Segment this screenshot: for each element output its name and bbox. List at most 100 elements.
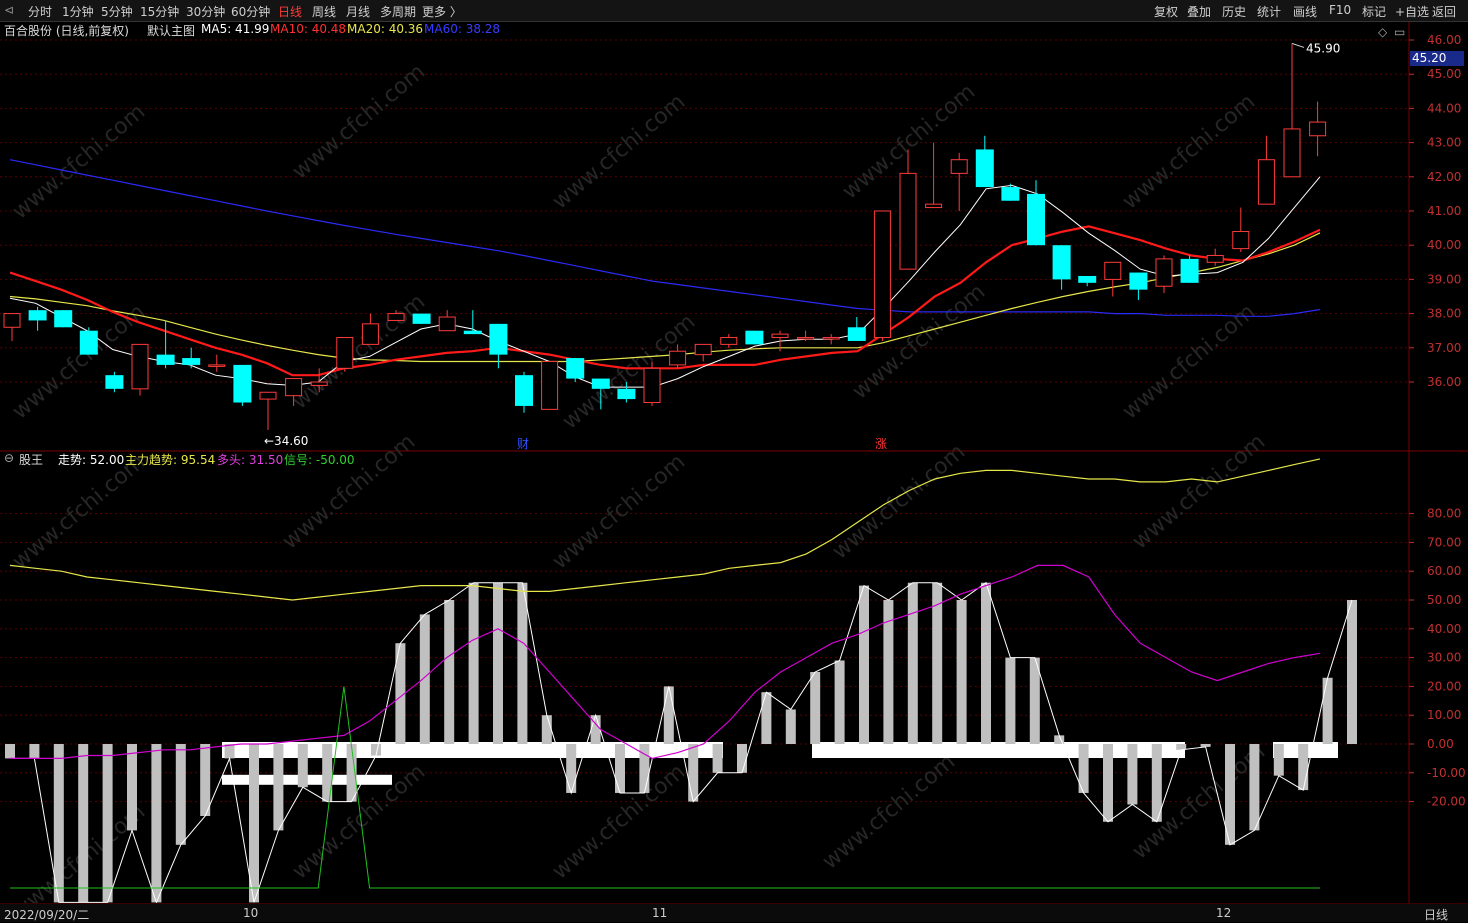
low-price-label: ←34.60	[264, 434, 308, 448]
candle-body-down	[566, 358, 585, 379]
candle-body-down	[847, 327, 866, 341]
toolbar-button-6[interactable]: 标记	[1362, 3, 1386, 20]
period-tab-10[interactable]: 更多 〉	[422, 3, 462, 20]
period-tab-2[interactable]: 5分钟	[101, 3, 133, 20]
date-label-oct: 10	[243, 906, 259, 920]
price-tick-label: 45.00	[1427, 67, 1461, 81]
zoushi-bar	[53, 744, 64, 903]
zero-band	[376, 742, 723, 758]
zoushi-bar	[444, 600, 455, 744]
candle-body-up	[1155, 258, 1173, 287]
duotou-label: 多头: 31.50	[217, 453, 284, 467]
toolbar-button-4[interactable]: 画线	[1293, 3, 1317, 20]
zoushi-bar	[688, 744, 699, 802]
zoushi-bar	[639, 744, 650, 793]
toolbar-button-3[interactable]: 统计	[1257, 3, 1281, 20]
candle-body-up	[1257, 159, 1275, 205]
zoushi-bar	[273, 744, 284, 831]
candle-body-down	[28, 310, 47, 321]
event-marker: 财	[517, 437, 529, 451]
date-axis-bar: 2022/09/20/二 10 11 12 日线	[0, 903, 1468, 922]
candle-body-up	[950, 159, 968, 174]
toolbar-button-7[interactable]: +自选	[1395, 3, 1429, 20]
date-label-dec: 12	[1216, 906, 1232, 920]
candle-body-up	[797, 337, 815, 340]
zoushi-bar	[981, 582, 991, 744]
sub-tick-label: -20.00	[1427, 795, 1466, 809]
candle-body-up	[310, 381, 328, 386]
watermark-text: www.cfchi.com	[1118, 89, 1260, 214]
zoushi-bar	[566, 744, 577, 793]
period-tab-4[interactable]: 30分钟	[186, 3, 225, 20]
period-tab-7[interactable]: 周线	[312, 3, 336, 20]
candle-body-up	[387, 313, 405, 321]
candle-body-down	[515, 375, 533, 406]
price-tick-label: 42.00	[1427, 170, 1461, 184]
toolbar-button-5[interactable]: F10	[1329, 3, 1351, 17]
sub-tick-label: 70.00	[1427, 535, 1461, 549]
template-label[interactable]: 默认主图	[147, 22, 195, 39]
zoushi-bar	[859, 585, 869, 744]
zoushi-bar	[834, 660, 845, 744]
period-tab-9[interactable]: 多周期	[380, 3, 416, 20]
watermark-text: www.cfchi.com	[288, 289, 430, 414]
price-tick-label: 36.00	[1427, 375, 1461, 389]
zoushi-bar	[761, 692, 772, 744]
watermark-text: www.cfchi.com	[288, 59, 430, 184]
sub-tick-label: -10.00	[1427, 766, 1466, 780]
candle-body-up	[643, 367, 661, 404]
candle-body-up	[1206, 254, 1224, 263]
zoushi-bar	[493, 582, 503, 744]
high-price-label: 45.90	[1306, 41, 1340, 55]
period-tab-6[interactable]: 日线	[278, 3, 302, 20]
zoushi-bar	[1127, 744, 1138, 805]
zoushi-bar	[297, 744, 308, 788]
candle-body-down	[1129, 272, 1148, 290]
indicator-name[interactable]: 股王	[19, 451, 43, 468]
zoushi-bar	[468, 582, 479, 744]
candle-body-down	[1078, 275, 1097, 283]
watermark-text: www.cfchi.com	[818, 749, 960, 874]
candle-body-down	[975, 149, 994, 188]
ma20-label: MA20: 40.36	[347, 22, 424, 36]
candle-body-down	[54, 310, 73, 328]
zoushi-bar	[737, 744, 747, 773]
toolbar-button-8[interactable]: 返回	[1432, 3, 1456, 20]
watermark-text: www.cfchi.com	[548, 89, 690, 214]
toolbar-button-0[interactable]: 复权	[1154, 3, 1178, 20]
candle-body-down	[745, 330, 764, 345]
watermark-text: www.cfchi.com	[828, 439, 970, 564]
zoushi-bar	[1273, 744, 1284, 776]
candle-body-down	[156, 354, 175, 365]
candle-body-down	[233, 364, 252, 403]
back-icon[interactable]: ⊲	[4, 3, 14, 17]
collapse-icon[interactable]: ⊖	[4, 451, 14, 465]
watermark-text: www.cfchi.com	[848, 279, 990, 404]
current-price-badge: 45.20	[1410, 51, 1464, 66]
candle-body-down	[1052, 245, 1071, 280]
candle-body-up	[259, 391, 277, 400]
candle-body-up	[285, 378, 303, 397]
high-marker	[1291, 42, 1305, 48]
watermark-text: www.cfchi.com	[8, 99, 150, 224]
candle-body-up	[438, 316, 456, 332]
watermark-text: www.cfchi.com	[1128, 739, 1270, 864]
period-tab-5[interactable]: 60分钟	[231, 3, 270, 20]
period-tab-0[interactable]: 分时	[28, 3, 52, 20]
period-status[interactable]: 日线	[1424, 906, 1448, 923]
candle-body-up	[131, 343, 149, 390]
candle-body-up	[208, 364, 226, 367]
zoushi-bar	[907, 582, 918, 744]
candle-body-up	[694, 343, 712, 356]
candle-body-up	[1283, 128, 1301, 178]
candle-body-down	[1027, 193, 1045, 246]
period-tab-8[interactable]: 月线	[346, 3, 370, 20]
period-tab-1[interactable]: 1分钟	[62, 3, 94, 20]
zoushi-bar	[541, 715, 552, 744]
zoushi-bar	[5, 744, 15, 759]
stock-title: 百合股份 (日线,前复权)	[4, 24, 129, 38]
zoushi-bar	[932, 582, 943, 744]
toolbar-button-2[interactable]: 历史	[1222, 3, 1246, 20]
period-tab-3[interactable]: 15分钟	[140, 3, 179, 20]
toolbar-button-1[interactable]: 叠加	[1187, 3, 1211, 20]
